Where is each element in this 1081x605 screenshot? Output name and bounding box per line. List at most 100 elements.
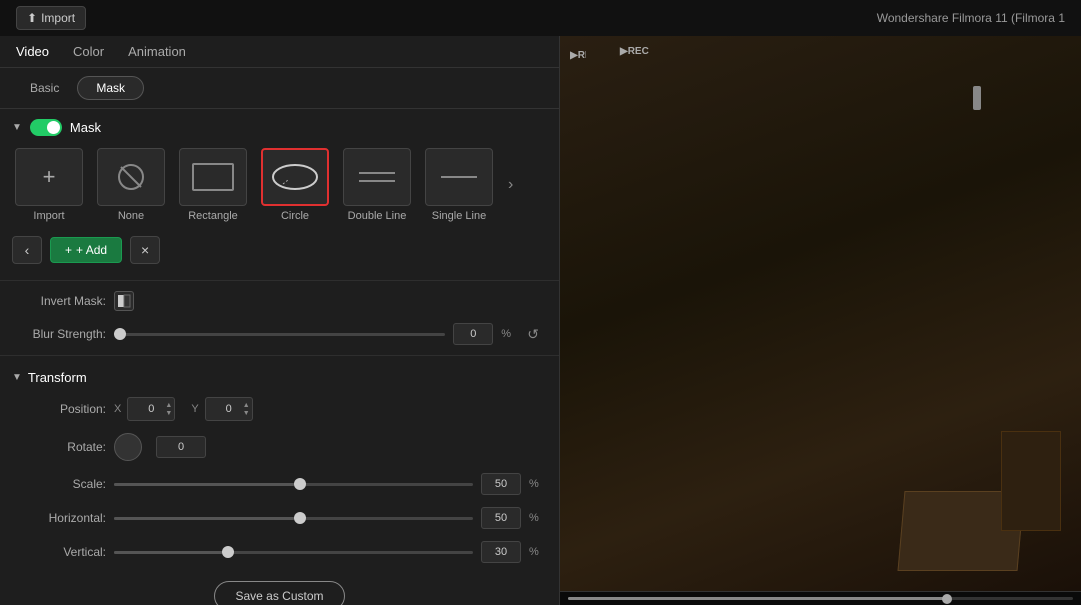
add-button-label: + Add [76,243,107,257]
shape-import[interactable]: + Import [12,148,86,222]
divider-2 [0,355,559,356]
invert-mask-checkbox[interactable] [114,291,134,311]
rec-icon: ▶REC [570,46,586,62]
transform-header[interactable]: ▼ Transform [0,360,559,391]
mask-collapse-chevron[interactable]: ▼ [12,122,22,133]
vertical-label: Vertical: [16,545,106,559]
divider-1 [0,280,559,281]
shape-double-line-label: Double Line [348,210,407,222]
y-value: 0 [226,403,232,415]
shape-double-line[interactable]: Double Line [340,148,414,222]
shape-circle-box [261,148,329,206]
shape-single-line-label: Single Line [432,210,486,222]
position-inputs: X 0 ▲ ▼ Y 0 ▲ ▼ [114,397,253,421]
shape-double-line-box [343,148,411,206]
horizontal-slider-track[interactable] [114,517,473,520]
y-axis-label: Y [191,403,198,415]
mask-shapes: + Import None [0,144,559,230]
invert-mask-row: Invert Mask: [0,285,559,317]
blur-reset-button[interactable]: ↺ [523,326,543,343]
vertical-slider-thumb[interactable] [222,546,234,558]
tab-animation[interactable]: Animation [124,42,190,61]
x-down[interactable]: ▼ [165,410,172,417]
shape-circle[interactable]: Circle [258,148,332,222]
add-button[interactable]: + + Add [50,237,122,263]
tab-video[interactable]: Video [12,42,53,61]
blur-slider-container: 0 % [114,323,515,345]
shape-rectangle[interactable]: Rectangle [176,148,250,222]
left-panel: Video Color Animation Basic Mask ▼ Mask … [0,36,560,605]
y-up[interactable]: ▲ [243,402,250,409]
shape-circle-label: Circle [281,210,309,222]
blur-value[interactable]: 0 [453,323,493,345]
progress-thumb[interactable] [942,594,952,604]
blur-slider-thumb[interactable] [114,328,126,340]
double-line-icon [357,163,397,191]
single-line-icon [439,163,479,191]
scale-slider-container: 50 % [114,473,543,495]
next-button[interactable]: × [130,236,160,264]
shape-none-label: None [118,210,144,222]
vertical-slider-track[interactable] [114,551,473,554]
video-preview: ▶REC ▶REC [560,36,1081,591]
horizontal-unit: % [529,512,543,524]
x-up[interactable]: ▲ [165,402,172,409]
scale-value[interactable]: 50 [481,473,521,495]
y-input[interactable]: 0 ▲ ▼ [205,397,253,421]
rectangle-icon [191,162,235,192]
mask-toggle[interactable] [30,119,62,136]
scale-row: Scale: 50 % [0,467,559,501]
sub-tab-basic[interactable]: Basic [12,77,77,99]
vertical-slider-container: 30 % [114,541,543,563]
blur-slider-track[interactable] [114,333,445,336]
vertical-unit: % [529,546,543,558]
ramp-shape-2 [1001,431,1061,531]
horizontal-row: Horizontal: 50 % [0,501,559,535]
shape-single-line[interactable]: Single Line [422,148,496,222]
shape-rectangle-label: Rectangle [188,210,238,222]
shape-none-box [97,148,165,206]
app-title: Wondershare Filmora 11 (Filmora 1 [877,11,1065,25]
plus-icon: + [43,164,56,190]
rotate-toggle[interactable] [114,433,142,461]
import-button[interactable]: ⬆ Import [16,6,86,30]
title-bar: ⬆ Import Wondershare Filmora 11 (Filmora… [0,0,1081,36]
shape-single-line-box [425,148,493,206]
progress-track[interactable] [568,597,1073,600]
mask-title: Mask [70,120,101,135]
shape-import-box: + [15,148,83,206]
x-input[interactable]: 0 ▲ ▼ [127,397,175,421]
add-icon: + [65,243,72,257]
rotate-row: Rotate: 0 [0,427,559,467]
prev-button[interactable]: ‹ [12,236,42,264]
save-custom-button[interactable]: Save as Custom [214,581,344,605]
main-content: Video Color Animation Basic Mask ▼ Mask … [0,36,1081,605]
add-row: ‹ + + Add × [0,230,559,276]
horizontal-slider-thumb[interactable] [294,512,306,524]
y-down[interactable]: ▼ [243,410,250,417]
x-value: 0 [148,403,154,415]
sub-tab-row: Basic Mask [0,68,559,109]
scale-slider-fill [114,483,294,486]
position-label: Position: [16,402,106,416]
svg-text:▶REC: ▶REC [570,50,586,61]
x-axis-label: X [114,403,121,415]
y-arrows: ▲ ▼ [243,402,250,417]
panel-body: ▼ Mask + Import [0,109,559,605]
rotate-value[interactable]: 0 [156,436,206,458]
horizontal-value[interactable]: 50 [481,507,521,529]
shape-none[interactable]: None [94,148,168,222]
shapes-scroll-right[interactable]: › [504,176,517,194]
shape-import-label: Import [33,210,64,222]
blur-strength-label: Blur Strength: [16,327,106,341]
x-arrows: ▲ ▼ [165,402,172,417]
rec-badge-2: ▶REC [620,46,649,57]
sub-tab-mask[interactable]: Mask [77,76,144,100]
position-row: Position: X 0 ▲ ▼ Y 0 ▲ [0,391,559,427]
scale-slider-track[interactable] [114,483,473,486]
blur-strength-row: Blur Strength: 0 % ↺ [0,317,559,351]
tab-color[interactable]: Color [69,42,108,61]
vertical-value[interactable]: 30 [481,541,521,563]
scale-slider-thumb[interactable] [294,478,306,490]
vertical-row: Vertical: 30 % [0,535,559,569]
